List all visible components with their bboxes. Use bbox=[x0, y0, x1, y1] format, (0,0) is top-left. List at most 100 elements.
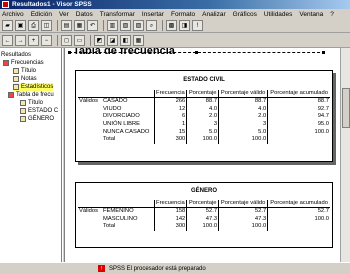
menu-help[interactable]: ? bbox=[330, 11, 334, 18]
table-row: VIUDO 12 4.0 4.0 92.7 bbox=[78, 105, 330, 114]
designate-window-icon[interactable]: ! bbox=[192, 20, 203, 31]
menu-datos[interactable]: Datos bbox=[76, 11, 93, 18]
row-label: VIUDO bbox=[103, 105, 122, 112]
outline-item-label: Título bbox=[21, 68, 37, 74]
variables-icon[interactable]: ▨ bbox=[133, 20, 144, 31]
select-cases-icon[interactable]: ◨ bbox=[179, 20, 190, 31]
outline-item-notas[interactable]: Notas bbox=[13, 75, 37, 83]
menu-formato[interactable]: Formato bbox=[171, 11, 195, 18]
outline-item-label: Notas bbox=[21, 76, 37, 82]
cell-porcentaje-acumulado: 88.7 bbox=[267, 97, 330, 106]
book-icon bbox=[3, 60, 9, 66]
menu-transformar[interactable]: Transformar bbox=[100, 11, 135, 18]
toolbar-separator bbox=[57, 20, 58, 31]
window-title: Resultados1 - Visor SPSS bbox=[12, 1, 92, 8]
cell-porcentaje-valido: 88.7 bbox=[218, 97, 268, 106]
collapse-icon[interactable]: − bbox=[41, 35, 52, 46]
row-label: FEMENINO bbox=[103, 208, 134, 215]
selection-handle[interactable] bbox=[68, 51, 71, 54]
insert-chart-icon[interactable]: ▦ bbox=[133, 35, 144, 46]
open-icon[interactable]: ▰ bbox=[2, 20, 13, 31]
genero-grid: GÉNERO Frecuencia Porcentaje Porcentaje … bbox=[78, 188, 330, 231]
scrollbar-thumb[interactable] bbox=[342, 88, 350, 128]
vertical-scrollbar[interactable] bbox=[340, 48, 350, 262]
outline-item-resultados[interactable]: Resultados bbox=[1, 51, 31, 59]
menu-insertar[interactable]: Insertar bbox=[142, 11, 164, 18]
menu-ventana[interactable]: Ventana bbox=[299, 11, 323, 18]
cell-porcentaje-valido: 3 bbox=[218, 120, 268, 129]
hide-icon[interactable]: ▭ bbox=[74, 35, 85, 46]
demote-icon[interactable]: → bbox=[15, 35, 26, 46]
print-icon[interactable]: ⎙ bbox=[28, 20, 39, 31]
book-icon bbox=[8, 92, 14, 98]
page-icon bbox=[13, 68, 19, 74]
outline-item-tabla-frecuencia[interactable]: Tabla de frecu bbox=[8, 91, 54, 99]
menu-utilidades[interactable]: Utilidades bbox=[264, 11, 293, 18]
outline-item-estado-civil[interactable]: ESTADO C bbox=[20, 107, 58, 115]
genero-table[interactable]: GÉNERO Frecuencia Porcentaje Porcentaje … bbox=[75, 182, 333, 248]
menu-edicion[interactable]: Edición bbox=[31, 11, 52, 18]
cell-frecuencia: 12 bbox=[153, 105, 187, 114]
menu-ver[interactable]: Ver bbox=[59, 11, 69, 18]
menu-graficos[interactable]: Gráficos bbox=[233, 11, 257, 18]
cell-frecuencia: 158 bbox=[153, 207, 187, 216]
cell-porcentaje-acumulado: 100.0 bbox=[267, 215, 330, 224]
output-pane: Tabla de frecuencia ESTADO CIVIL Frecuen… bbox=[65, 48, 340, 262]
row-label: DIVORCIADO bbox=[103, 113, 140, 120]
column-header: Porcentaje válido bbox=[218, 199, 268, 209]
outline-item-label: Título bbox=[28, 100, 44, 106]
row-label: UNIÓN LIBRE bbox=[103, 120, 141, 127]
menu-bar: Archivo Edición Ver Datos Transformar In… bbox=[0, 9, 350, 19]
cell-porcentaje: 47.3 bbox=[186, 215, 219, 224]
cell-porcentaje-acumulado: 100.0 bbox=[267, 128, 330, 137]
outline-item-titulo-2[interactable]: Título bbox=[20, 99, 43, 107]
undo-icon[interactable]: ↶ bbox=[87, 20, 98, 31]
cell-porcentaje-acumulado bbox=[267, 136, 330, 144]
print-preview-icon[interactable]: ◫ bbox=[41, 20, 52, 31]
selection-handle[interactable] bbox=[322, 51, 325, 54]
insert-heading-icon[interactable]: ◩ bbox=[94, 35, 105, 46]
recall-dialog-icon[interactable]: ▦ bbox=[74, 20, 85, 31]
spss-app-icon bbox=[2, 1, 9, 8]
insert-text-icon[interactable]: ◧ bbox=[120, 35, 131, 46]
promote-icon[interactable]: ← bbox=[2, 35, 13, 46]
row-label: Total bbox=[103, 136, 116, 143]
outline-item-label: Frecuencias bbox=[11, 60, 44, 66]
insert-title-icon[interactable]: ◪ bbox=[107, 35, 118, 46]
export-icon[interactable]: ▤ bbox=[61, 20, 72, 31]
cell-frecuencia: 300 bbox=[153, 223, 187, 231]
goto-data-icon[interactable]: ▥ bbox=[107, 20, 118, 31]
standard-toolbar: ▰ ▣ ⎙ ◫ ▤ ▦ ↶ ▥ ▧ ▨ ⌕ ▩ ◨ ! bbox=[0, 19, 350, 33]
outline-item-genero[interactable]: GÉNERO bbox=[20, 115, 54, 123]
cell-frecuencia: 15 bbox=[153, 128, 187, 137]
column-header: Porcentaje bbox=[186, 89, 219, 99]
outline-toolbar: ← → + − ◻ ▭ ◩ ◪ ◧ ▦ bbox=[0, 34, 350, 48]
toolbar-separator bbox=[90, 35, 91, 46]
outline-item-label: ESTADO C bbox=[28, 108, 59, 114]
table-row-total: Total 300 100.0 100.0 bbox=[78, 136, 330, 144]
expand-icon[interactable]: + bbox=[28, 35, 39, 46]
cell-porcentaje: 100.0 bbox=[186, 223, 219, 231]
group-label: Válidos bbox=[79, 98, 99, 105]
column-header: Porcentaje acumulado bbox=[267, 199, 330, 209]
find-icon[interactable]: ⌕ bbox=[146, 20, 157, 31]
cell-porcentaje: 3 bbox=[186, 120, 219, 129]
menu-archivo[interactable]: Archivo bbox=[2, 11, 24, 18]
cell-porcentaje: 88.7 bbox=[186, 97, 219, 106]
use-sets-icon[interactable]: ▩ bbox=[166, 20, 177, 31]
show-icon[interactable]: ◻ bbox=[61, 35, 72, 46]
outline-item-estadisticos[interactable]: Estadísticos bbox=[13, 83, 54, 91]
estado-civil-table[interactable]: ESTADO CIVIL Frecuencia Porcentaje Porce… bbox=[75, 70, 333, 162]
selection-handle[interactable] bbox=[195, 51, 198, 54]
goto-chart-icon[interactable]: ▧ bbox=[120, 20, 131, 31]
page-icon bbox=[20, 100, 26, 106]
page-icon bbox=[20, 116, 26, 122]
window-titlebar[interactable]: Resultados1 - Visor SPSS bbox=[0, 0, 350, 9]
menu-analizar[interactable]: Analizar bbox=[202, 11, 225, 18]
table-row: Válidos FEMENINO 158 52.7 52.7 52.7 bbox=[78, 207, 330, 216]
outline-item-frecuencias[interactable]: Frecuencias bbox=[3, 59, 44, 67]
outline-item-titulo[interactable]: Título bbox=[13, 67, 36, 75]
cell-porcentaje-acumulado: 52.7 bbox=[267, 207, 330, 216]
row-label: CASADO bbox=[103, 98, 128, 105]
save-icon[interactable]: ▣ bbox=[15, 20, 26, 31]
